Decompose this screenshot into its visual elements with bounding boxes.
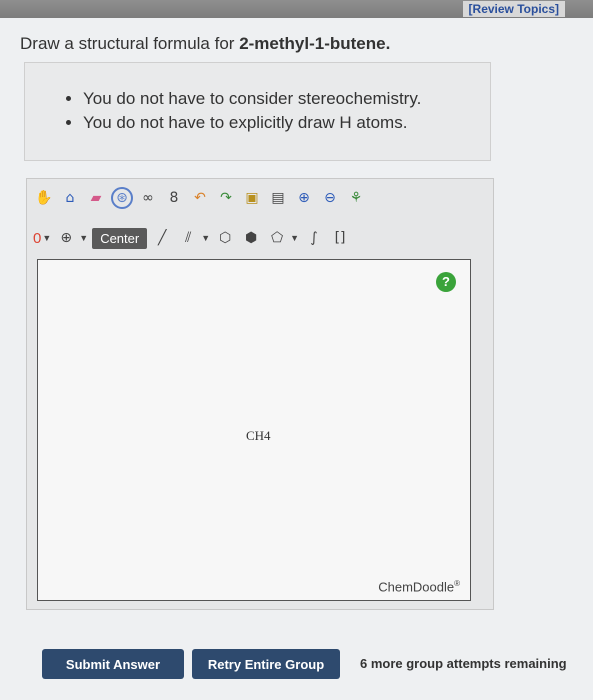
lasso-icon[interactable]: ⌂: [59, 187, 81, 209]
redo-icon[interactable]: ↷: [215, 187, 237, 209]
instructions-box: You do not have to consider stereochemis…: [24, 62, 491, 161]
chemdoodle-editor: ✋ ⌂ ▰ ⊛ ∞ 8 ↶ ↷ ▣ ▤ ⊕ ⊖ ⚘ 0 ▼ ⊕ ▼ Center ╱…: [26, 178, 494, 610]
instruction-item: You do not have to explicitly draw H ato…: [83, 113, 490, 133]
undo-icon[interactable]: ↶: [189, 187, 211, 209]
chevron-down-icon[interactable]: ▼: [79, 233, 88, 243]
attempts-remaining: 6 more group attempts remaining: [360, 656, 567, 671]
toolbar-bottom: 0 ▼ ⊕ ▼ Center ╱ ⫽ ▼ ⬡ ⬢ ⬠ ▼ ∫ []: [33, 225, 351, 251]
instruction-item: You do not have to consider stereochemis…: [83, 89, 490, 109]
submit-answer-button[interactable]: Submit Answer: [42, 649, 184, 679]
benzene-icon[interactable]: ⬢: [240, 227, 262, 249]
chevron-down-icon[interactable]: ▼: [290, 233, 299, 243]
plus-charge-icon[interactable]: ⊕: [55, 227, 77, 249]
double-bond-icon[interactable]: ⫽: [177, 227, 199, 249]
cyclopentane-icon[interactable]: ⬠: [266, 227, 288, 249]
question-prefix: Draw a structural formula for: [20, 34, 240, 53]
clean-icon[interactable]: ⚘: [345, 187, 367, 209]
charge-tool[interactable]: 0 ▼: [33, 230, 51, 247]
watermark-text: ChemDoodle: [378, 579, 455, 594]
hand-icon[interactable]: ✋: [33, 187, 55, 209]
template-icon[interactable]: ▣: [241, 187, 263, 209]
single-bond-icon[interactable]: ╱: [151, 227, 173, 249]
number-icon[interactable]: 8: [163, 187, 185, 209]
molecule-text: CH4: [246, 428, 271, 443]
eraser-icon[interactable]: ▰: [85, 187, 107, 209]
copy-icon[interactable]: ∞: [137, 187, 159, 209]
clear-icon[interactable]: ▤: [267, 187, 289, 209]
chain-icon[interactable]: ∫: [303, 227, 325, 249]
chevron-down-icon[interactable]: ▼: [201, 233, 210, 243]
registered-mark: ®: [454, 578, 460, 588]
retry-group-button[interactable]: Retry Entire Group: [192, 649, 340, 679]
bracket-icon[interactable]: []: [329, 227, 351, 249]
chevron-down-icon: ▼: [42, 233, 52, 243]
question-text: Draw a structural formula for 2-methyl-1…: [20, 34, 390, 54]
methane-label[interactable]: CH4: [246, 428, 271, 444]
drawing-canvas[interactable]: ? CH4 ChemDoodle®: [37, 259, 471, 601]
cyclohexane-icon[interactable]: ⬡: [214, 227, 236, 249]
center-icon[interactable]: ⊛: [111, 187, 133, 209]
review-topics-link[interactable]: [Review Topics]: [462, 1, 565, 17]
chemdoodle-watermark: ChemDoodle®: [378, 579, 460, 594]
zoom-in-icon[interactable]: ⊕: [293, 187, 315, 209]
compound-name: 2-methyl-1-butene.: [239, 34, 391, 53]
instructions-list: You do not have to consider stereochemis…: [25, 89, 490, 133]
toolbar-top: ✋ ⌂ ▰ ⊛ ∞ 8 ↶ ↷ ▣ ▤ ⊕ ⊖ ⚘: [33, 185, 367, 211]
help-button[interactable]: ?: [436, 272, 456, 292]
top-bar: [Review Topics]: [0, 0, 593, 18]
zoom-out-icon[interactable]: ⊖: [319, 187, 341, 209]
charge-value: 0: [33, 229, 42, 247]
center-tooltip: Center: [92, 227, 148, 249]
